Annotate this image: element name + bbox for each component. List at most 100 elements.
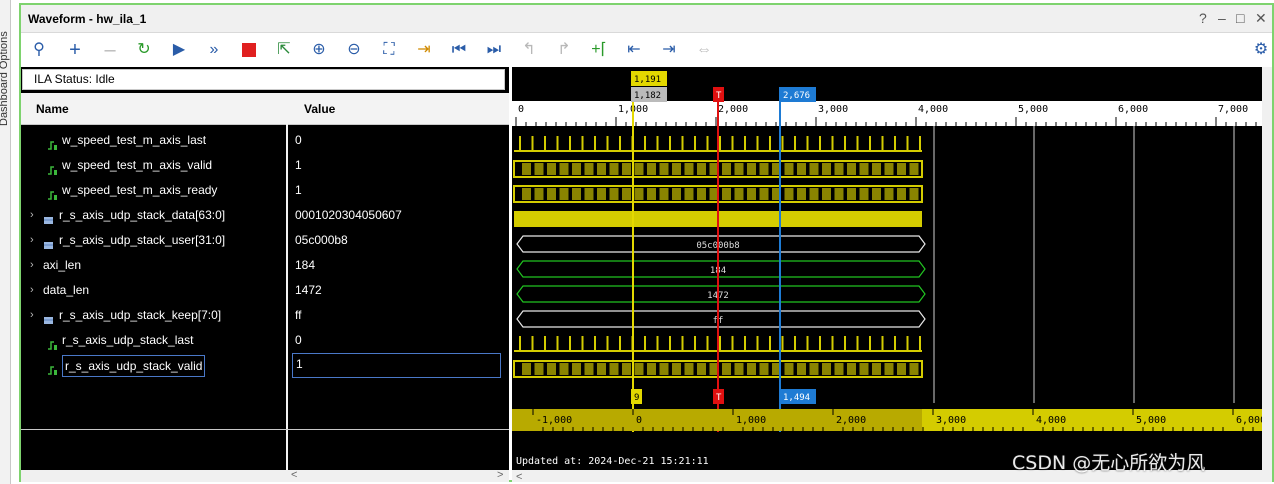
w-speed-valid-wave-segment <box>834 163 844 175</box>
signal-value[interactable]: 1 <box>292 353 501 378</box>
value-column: 0 1 1 0001020304050607 05c000b8 184 1472 ff 0 1 <box>288 125 509 425</box>
signal-row[interactable]: r_s_axis_udp_stack_last <box>21 328 286 353</box>
column-header: Name Value <box>21 93 509 125</box>
signal-row[interactable]: w_speed_test_m_axis_ready <box>21 178 286 203</box>
export-icon[interactable]: ⇱ <box>274 40 294 60</box>
w-speed-valid-wave-segment <box>534 163 544 175</box>
w-speed-valid-wave-segment <box>672 163 681 175</box>
w-speed-ready-wave-segment <box>909 188 919 200</box>
go-to-end-icon[interactable]: ⏭ <box>484 40 504 60</box>
signal-value[interactable]: 1 <box>288 153 509 178</box>
w-speed-valid-wave-segment <box>597 163 606 175</box>
waveform-window: Waveform - hw_ila_1 ? – □ ✕ ⚲ + – ↻ ▶ » … <box>19 3 1274 482</box>
zoom-fit-icon[interactable]: ⛶ <box>379 40 399 60</box>
dashboard-options-tab[interactable]: Dashboard Options <box>0 0 11 484</box>
value-column-header[interactable]: Value <box>304 102 335 116</box>
signal-row[interactable]: r_s_axis_udp_stack_valid <box>21 353 286 378</box>
w-speed-valid-wave-segment <box>872 163 881 175</box>
w-speed-ready-wave-segment <box>809 188 819 200</box>
signal-value[interactable]: 05c000b8 <box>288 228 509 253</box>
signal-name: r_s_axis_udp_stack_user[31:0] <box>59 233 226 247</box>
w-speed-ready-wave-segment <box>859 188 869 200</box>
signal-row[interactable]: › r_s_axis_udp_stack_keep[7:0] <box>21 303 286 328</box>
w-speed-ready-wave-segment <box>872 188 881 200</box>
go-to-start-icon[interactable]: ⏮ <box>449 40 469 60</box>
ruler-tick-label: 3,000 <box>818 104 848 115</box>
w-speed-ready-wave-segment <box>609 188 619 200</box>
marker-tag-gray-label: 1,182 <box>634 91 661 101</box>
run-icon[interactable]: ▶ <box>169 40 189 60</box>
vertical-scrollbar[interactable] <box>1262 67 1272 482</box>
settings-icon[interactable]: ⚙ <box>1251 40 1271 60</box>
dashboard-options-label: Dashboard Options <box>0 31 10 126</box>
w-speed-ready-wave-segment <box>672 188 681 200</box>
name-column: w_speed_test_m_axis_last w_speed_test_m_a… <box>21 125 286 425</box>
signal-row[interactable]: › r_s_axis_udp_stack_data[63:0] <box>21 203 286 228</box>
window-title: Waveform - hw_ila_1 <box>28 12 147 26</box>
horizontal-scrollbar[interactable]: < > <box>21 469 509 482</box>
w-speed-ready-wave-segment <box>797 188 806 200</box>
scroll-left-icon[interactable]: < <box>291 469 297 481</box>
minimize-button[interactable]: – <box>1218 10 1226 26</box>
go-to-cursor-icon[interactable]: ⇥ <box>414 40 434 60</box>
chevron-right-icon[interactable]: › <box>30 303 34 328</box>
signal-name: data_len <box>43 283 90 297</box>
run-trigger-icon[interactable]: ↻ <box>134 40 154 60</box>
signal-value[interactable]: 0001020304050607 <box>288 203 509 228</box>
help-button[interactable]: ? <box>1199 10 1207 26</box>
chevron-right-icon[interactable]: › <box>30 253 34 278</box>
ila-status: ILA Status: Idle <box>22 69 505 90</box>
w-speed-ready-wave-segment <box>747 188 756 200</box>
signal-value[interactable]: 1 <box>288 178 509 203</box>
waveform-canvas[interactable]: 01,0002,0003,0004,0005,0006,0007,00005c0… <box>512 67 1272 482</box>
signal-panel: ILA Status: Idle Name Value w_speed_test… <box>21 67 509 482</box>
w-speed-valid-wave-segment <box>809 163 819 175</box>
signal-value[interactable]: ff <box>288 303 509 328</box>
maximize-button[interactable]: □ <box>1236 10 1244 26</box>
signal-row[interactable]: › data_len <box>21 278 286 303</box>
stack-valid-wave-segment <box>809 363 819 375</box>
fast-forward-icon[interactable]: » <box>204 40 224 60</box>
signal-row[interactable]: w_speed_test_m_axis_valid <box>21 153 286 178</box>
signal-row[interactable]: › axi_len <box>21 253 286 278</box>
w-speed-ready-wave-segment <box>584 188 594 200</box>
signal-value[interactable]: 1472 <box>288 278 509 303</box>
bottom-tick-label: 2,000 <box>836 415 866 426</box>
close-button[interactable]: ✕ <box>1255 10 1267 27</box>
prev-transition-icon[interactable]: ↰ <box>519 40 539 60</box>
chevron-right-icon[interactable]: › <box>30 278 34 303</box>
add-icon[interactable]: + <box>65 40 85 60</box>
zoom-out-icon[interactable]: ⊖ <box>344 40 364 60</box>
name-column-header[interactable]: Name <box>36 102 69 116</box>
signal-value[interactable]: 0 <box>288 128 509 153</box>
search-icon[interactable]: ⚲ <box>29 40 49 60</box>
zoom-in-icon[interactable]: ⊕ <box>309 40 329 60</box>
signal-value[interactable]: 184 <box>288 253 509 278</box>
signal-row[interactable]: › r_s_axis_udp_stack_user[31:0] <box>21 228 286 253</box>
w-speed-valid-wave-segment <box>747 163 756 175</box>
add-marker-icon[interactable]: +⌈ <box>589 40 609 60</box>
signal-name: w_speed_test_m_axis_last <box>62 133 207 147</box>
bus-signal-icon <box>43 235 54 249</box>
w-speed-ready-wave-segment <box>622 188 631 200</box>
remove-icon[interactable]: – <box>100 40 120 60</box>
chevron-right-icon[interactable]: › <box>30 228 34 253</box>
stack-valid-wave-segment <box>622 363 631 375</box>
stop-icon[interactable] <box>239 40 259 60</box>
w-speed-valid-wave-segment <box>822 163 831 175</box>
next-transition-icon[interactable]: ↱ <box>554 40 574 60</box>
signal-value[interactable]: 0 <box>288 328 509 353</box>
w-speed-ready-wave-segment <box>734 188 744 200</box>
next-marker-icon[interactable]: ⇥ <box>659 40 679 60</box>
swap-cursors-icon[interactable]: ⇔ <box>694 40 714 60</box>
prev-marker-icon[interactable]: ⇤ <box>624 40 644 60</box>
stack-valid-wave-segment <box>822 363 831 375</box>
bit-signal-icon <box>47 335 58 350</box>
scroll-right-icon[interactable]: > <box>497 469 503 481</box>
signal-row[interactable]: w_speed_test_m_axis_last <box>21 128 286 153</box>
w-speed-ready-wave-segment <box>822 188 831 200</box>
stack-valid-wave-segment <box>547 363 556 375</box>
stack-valid-wave-segment <box>559 363 569 375</box>
chevron-right-icon[interactable]: › <box>30 203 34 228</box>
bottom-tick-label: 1,000 <box>736 415 766 426</box>
